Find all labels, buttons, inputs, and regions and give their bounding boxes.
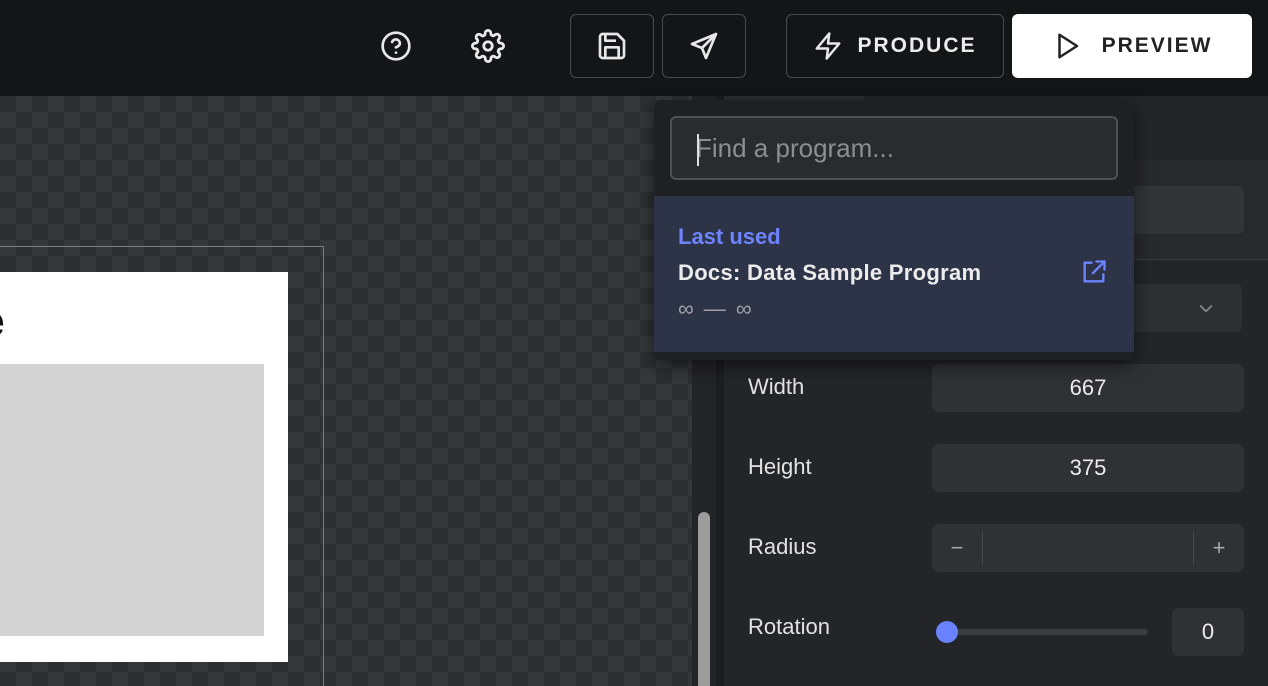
card-title: e [0,300,4,345]
program-search-popover: Last used Docs: Data Sample Program ∞ — … [654,100,1134,360]
lightning-icon [815,32,841,60]
radius-label: Radius [748,534,817,559]
chevron-down-icon [1199,304,1213,313]
preview-button[interactable]: PREVIEW [1012,14,1252,78]
produce-button[interactable]: PRODUCE [786,14,1004,78]
gear-icon [471,29,505,63]
canvas-scrollbar-thumb[interactable] [698,512,710,686]
settings-button[interactable] [468,26,508,66]
width-label: Width [748,374,805,399]
width-input[interactable]: 667 [932,364,1244,412]
last-used-tag: Last used [678,224,781,249]
canvas-card[interactable]: e [0,272,288,662]
save-icon [598,32,626,60]
card-image-placeholder [0,364,264,636]
height-input[interactable]: 375 [932,444,1244,492]
radius-input[interactable] [982,532,1194,564]
send-button[interactable] [662,14,746,78]
height-label: Height [748,454,812,479]
rotation-input[interactable]: 0 [1172,608,1244,656]
play-icon [1057,33,1078,59]
help-button[interactable] [376,26,416,66]
rotation-slider-handle[interactable] [936,621,958,643]
top-toolbar: PRODUCE PREVIEW [0,0,1268,96]
program-result-item[interactable]: Last used Docs: Data Sample Program ∞ — … [654,196,1134,352]
design-canvas[interactable]: e [0,96,692,686]
save-button[interactable] [570,14,654,78]
program-search-input[interactable] [672,118,1116,178]
send-icon [690,32,718,60]
preview-label: PREVIEW [1101,34,1213,57]
radius-increment-button[interactable]: + [1194,524,1244,572]
program-name: Docs: Data Sample Program [678,260,982,285]
open-program-button[interactable] [1080,258,1108,286]
rotation-label: Rotation [748,614,830,639]
program-search-field [670,116,1118,180]
radius-stepper: − + [932,524,1244,572]
external-link-icon [1083,260,1106,283]
program-range: ∞ — ∞ [678,296,754,321]
rotation-slider-track[interactable] [940,629,1148,635]
text-cursor [697,134,699,166]
produce-label: PRODUCE [857,34,977,57]
radius-decrement-button[interactable]: − [932,524,982,572]
help-icon [381,31,411,61]
